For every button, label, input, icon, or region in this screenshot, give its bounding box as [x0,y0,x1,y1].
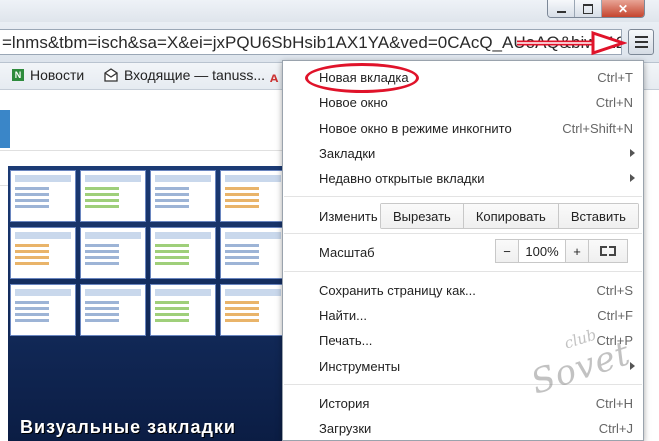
bookmark-label: Входящие — tanuss... [124,67,266,83]
menu-separator [284,233,642,234]
bookmark-thumbnail[interactable] [220,284,286,336]
visual-bookmarks-caption: Визуальные закладки [20,417,236,437]
news-icon: N [12,69,24,81]
close-window-button[interactable]: ✕ [601,0,644,17]
bookmark-thumbnail[interactable] [10,284,76,336]
bookmark-thumbnail[interactable] [220,170,286,222]
hamburger-icon [634,36,648,38]
window-controls: ✕ [547,0,645,18]
menu-item-bookmarks[interactable]: Закладки [319,142,635,164]
bookmark-thumbnail[interactable] [80,227,146,279]
menu-item-shortcut: Ctrl+F [597,307,633,323]
menu-item-label: История [319,395,370,411]
menu-item-label: Найти... [319,307,367,323]
menu-item-label: Инструменты [319,358,401,374]
page-accent [0,110,10,148]
edit-label: Изменить [319,208,378,224]
menu-item-shortcut: Ctrl+J [598,420,633,436]
menu-item-label: Закладки [319,145,376,161]
menu-item-shortcut: Ctrl+S [596,282,633,298]
submenu-arrow-icon [630,149,635,157]
bookmark-thumbnail[interactable] [80,284,146,336]
visual-bookmarks-grid [10,170,286,336]
edit-button-group: Вырезать Копировать Вставить [380,203,639,229]
zoom-in-button[interactable]: + [565,240,588,262]
menu-item-shortcut: Ctrl+Shift+N [562,120,633,136]
minimize-icon [556,10,566,13]
bookmark-thumbnail[interactable] [80,170,146,222]
bookmark-inbox[interactable]: Входящие — tanuss... [104,67,265,83]
visual-bookmarks-panel: Визуальные закладки [8,166,291,441]
menu-item-label: Новое окно [319,94,388,110]
menu-item-shortcut: Ctrl+N [595,94,633,110]
copy-button[interactable]: Копировать [462,204,558,228]
menu-item-label: Печать... [319,332,373,348]
cut-button[interactable]: Вырезать [381,204,463,228]
bookmark-thumbnail[interactable] [10,170,76,222]
chrome-menu-button[interactable] [628,29,654,55]
bookmark-thumbnail[interactable] [150,170,216,222]
highlight-ellipse [305,63,419,93]
bookmark-thumbnail[interactable] [150,227,216,279]
zoom-out-button[interactable]: − [496,240,518,262]
menu-item-downloads[interactable]: Загрузки Ctrl+J [319,417,633,439]
menu-zoom-row: Масштаб [319,241,375,263]
window-titlebar: ✕ [0,0,659,22]
bookmark-thumbnail[interactable] [10,227,76,279]
menu-separator [284,271,642,272]
menu-item-recent-tabs[interactable]: Недавно открытые вкладки [319,167,635,189]
maximize-icon [583,3,593,14]
menu-item-find[interactable]: Найти... Ctrl+F [319,304,633,326]
minimize-button[interactable] [548,0,574,17]
zoom-label: Масштаб [319,244,375,260]
menu-separator [284,196,642,197]
menu-item-label: Недавно открытые вкладки [319,170,485,186]
zoom-controls: − 100% + [495,239,589,263]
menu-item-incognito[interactable]: Новое окно в режиме инкогнито Ctrl+Shift… [319,117,633,139]
bookmark-red-icon[interactable]: ᴀ [270,69,278,85]
bookmark-thumbnail[interactable] [150,284,216,336]
zoom-level: 100% [518,240,565,262]
hamburger-icon-line [634,46,648,48]
close-icon: ✕ [617,1,629,16]
menu-item-label: Загрузки [319,420,372,436]
maximize-button[interactable] [574,0,601,17]
annotation-arrow-icon [517,30,627,56]
menu-item-label: Новое окно в режиме инкогнито [319,120,512,136]
bookmark-label: Новости [30,67,85,83]
divider [0,150,290,151]
watermark-logo: club Sovet [520,325,645,402]
submenu-arrow-icon [630,174,635,182]
paste-button[interactable]: Вставить [557,204,638,228]
bookmark-thumbnail[interactable] [220,227,286,279]
bookmark-news[interactable]: N Новости [12,67,84,83]
menu-item-shortcut: Ctrl+T [597,69,633,85]
fullscreen-button[interactable] [588,239,628,263]
menu-item-save-page[interactable]: Сохранить страницу как... Ctrl+S [319,279,633,301]
menu-item-new-window[interactable]: Новое окно Ctrl+N [319,91,633,113]
menu-edit-row: Изменить [319,203,378,229]
hamburger-icon-line [634,41,648,43]
mail-icon [104,68,118,82]
menu-item-label: Сохранить страницу как... [319,282,476,298]
